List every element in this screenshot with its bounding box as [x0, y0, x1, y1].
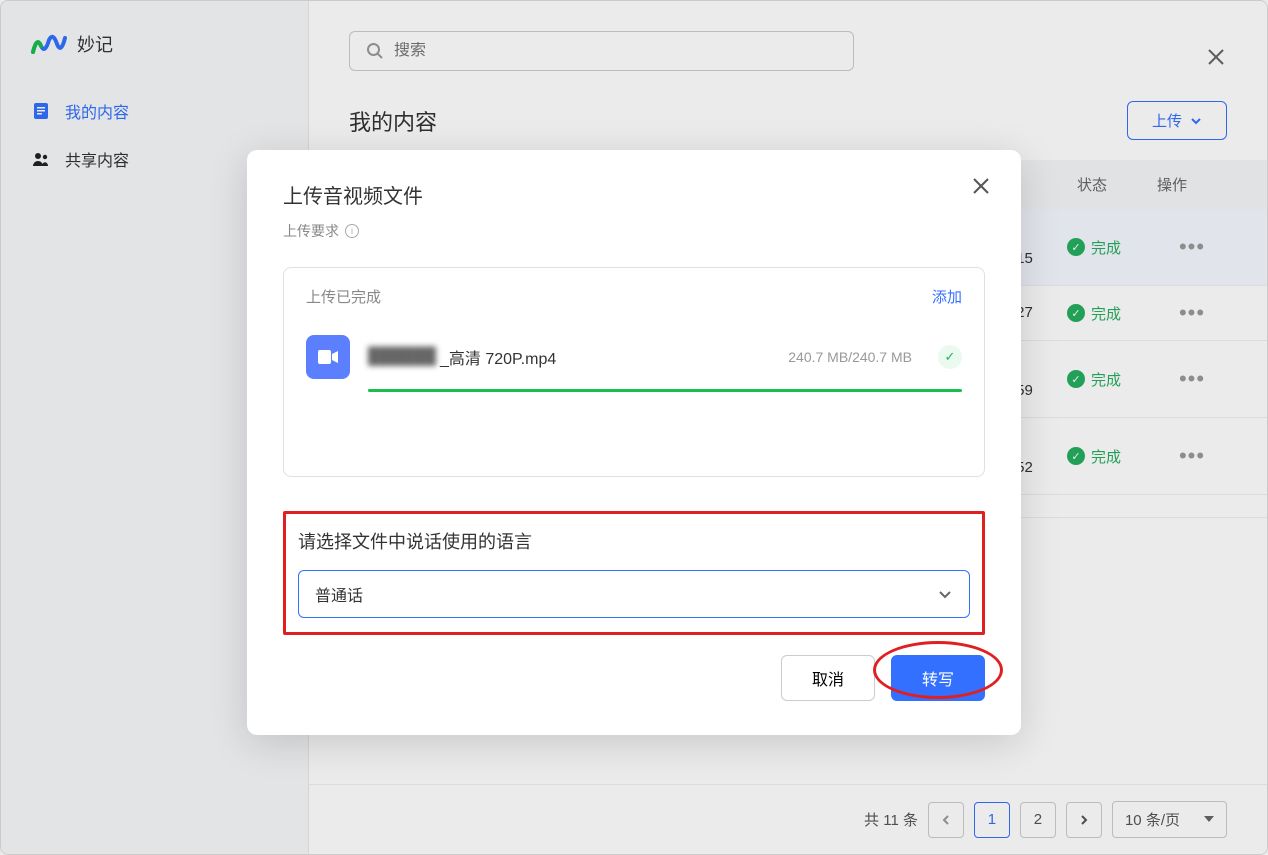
upload-status: 上传已完成 [306, 286, 381, 307]
modal-subtitle: 上传要求 i [283, 221, 985, 241]
transcribe-button[interactable]: 转写 [891, 655, 985, 701]
language-select[interactable]: 普通话 [298, 570, 970, 618]
file-name: ██████_高清 720P.mp4 [368, 345, 770, 369]
upload-panel: 上传已完成 添加 ██████_高清 720P.mp4 240.7 MB/240… [283, 267, 985, 477]
cancel-button[interactable]: 取消 [781, 655, 875, 701]
success-check-icon: ✓ [938, 345, 962, 369]
chevron-down-icon [937, 586, 953, 602]
video-file-icon [306, 335, 350, 379]
modal-overlay: 上传音视频文件 上传要求 i 上传已完成 添加 ██████_高清 720P.m… [0, 0, 1268, 855]
close-icon[interactable] [971, 176, 991, 196]
add-file-link[interactable]: 添加 [932, 286, 962, 307]
upload-modal: 上传音视频文件 上传要求 i 上传已完成 添加 ██████_高清 720P.m… [247, 150, 1021, 735]
language-label: 请选择文件中说话使用的语言 [298, 528, 970, 554]
info-icon[interactable]: i [345, 224, 359, 238]
progress-bar [368, 389, 962, 392]
language-section-highlight: 请选择文件中说话使用的语言 普通话 [283, 511, 985, 635]
file-size: 240.7 MB/240.7 MB [788, 349, 912, 365]
modal-title: 上传音视频文件 [283, 180, 985, 209]
file-row: ██████_高清 720P.mp4 240.7 MB/240.7 MB ✓ [284, 325, 984, 379]
